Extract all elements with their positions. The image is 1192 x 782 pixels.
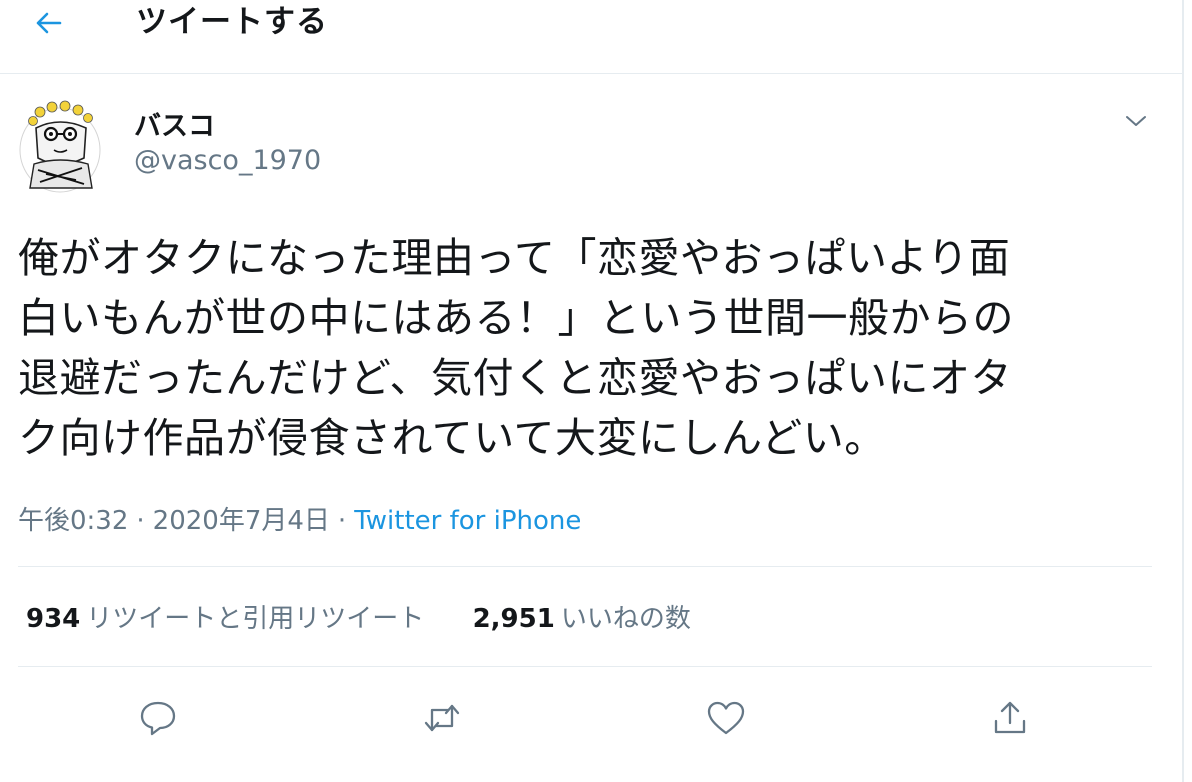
back-button[interactable] bbox=[22, 0, 74, 46]
column-border bbox=[1182, 0, 1184, 782]
chevron-down-icon bbox=[1126, 116, 1146, 126]
retweet-label: リツイートと引用リツイート bbox=[86, 604, 425, 634]
share-button[interactable] bbox=[986, 694, 1034, 742]
retweet-button[interactable] bbox=[418, 694, 466, 742]
divider bbox=[18, 666, 1152, 667]
arrow-left-icon bbox=[36, 12, 62, 34]
reply-button[interactable] bbox=[134, 694, 182, 742]
reply-icon bbox=[140, 701, 176, 736]
heart-icon bbox=[707, 701, 745, 735]
top-bar: ツイートする bbox=[0, 0, 1184, 74]
page-title: ツイートする bbox=[136, 4, 328, 40]
tweet-meta: 午後0:32 · 2020年7月4日 · Twitter for iPhone bbox=[18, 500, 581, 537]
tweet-text-line: 退避だったんだけど、気付くと恋愛やおっぱいにオタ bbox=[18, 354, 1012, 402]
meta-separator: · bbox=[337, 506, 347, 536]
tweet-text-line: ク向け作品が侵食されていて大変にしんどい。 bbox=[18, 414, 886, 462]
like-button[interactable] bbox=[702, 694, 750, 742]
like-label: いいねの数 bbox=[560, 604, 691, 634]
retweet-icon bbox=[424, 704, 460, 732]
tweet-date[interactable]: 2020年7月4日 bbox=[153, 506, 330, 536]
tweet-text-line: 白いもんが世の中にはある！」という世間一般からの bbox=[18, 294, 1014, 342]
more-options-button[interactable] bbox=[1118, 106, 1154, 136]
avatar[interactable] bbox=[18, 98, 102, 194]
author-name[interactable]: バスコ bbox=[134, 104, 215, 143]
tweet-text: 俺がオタクになった理由って「恋愛やおっぱいより面 白いもんが世の中にはある！」と… bbox=[18, 228, 1148, 468]
author-handle[interactable]: @vasco_1970 bbox=[134, 145, 321, 176]
retweets-stat[interactable]: 934 リツイートと引用リツイート bbox=[26, 598, 424, 635]
tweet-time[interactable]: 午後0:32 bbox=[18, 506, 128, 536]
tweet-source-link[interactable]: Twitter for iPhone bbox=[354, 506, 581, 536]
like-count: 2,951 bbox=[472, 604, 555, 634]
meta-separator: · bbox=[136, 506, 145, 536]
divider bbox=[18, 566, 1152, 567]
share-icon bbox=[994, 701, 1026, 734]
retweet-count: 934 bbox=[26, 604, 81, 634]
tweet-stats: 934 リツイートと引用リツイート 2,951 いいねの数 bbox=[26, 598, 691, 635]
likes-stat[interactable]: 2,951 いいねの数 bbox=[473, 598, 691, 635]
tweet-text-line: 俺がオタクになった理由って「恋愛やおっぱいより面 bbox=[18, 234, 1011, 282]
